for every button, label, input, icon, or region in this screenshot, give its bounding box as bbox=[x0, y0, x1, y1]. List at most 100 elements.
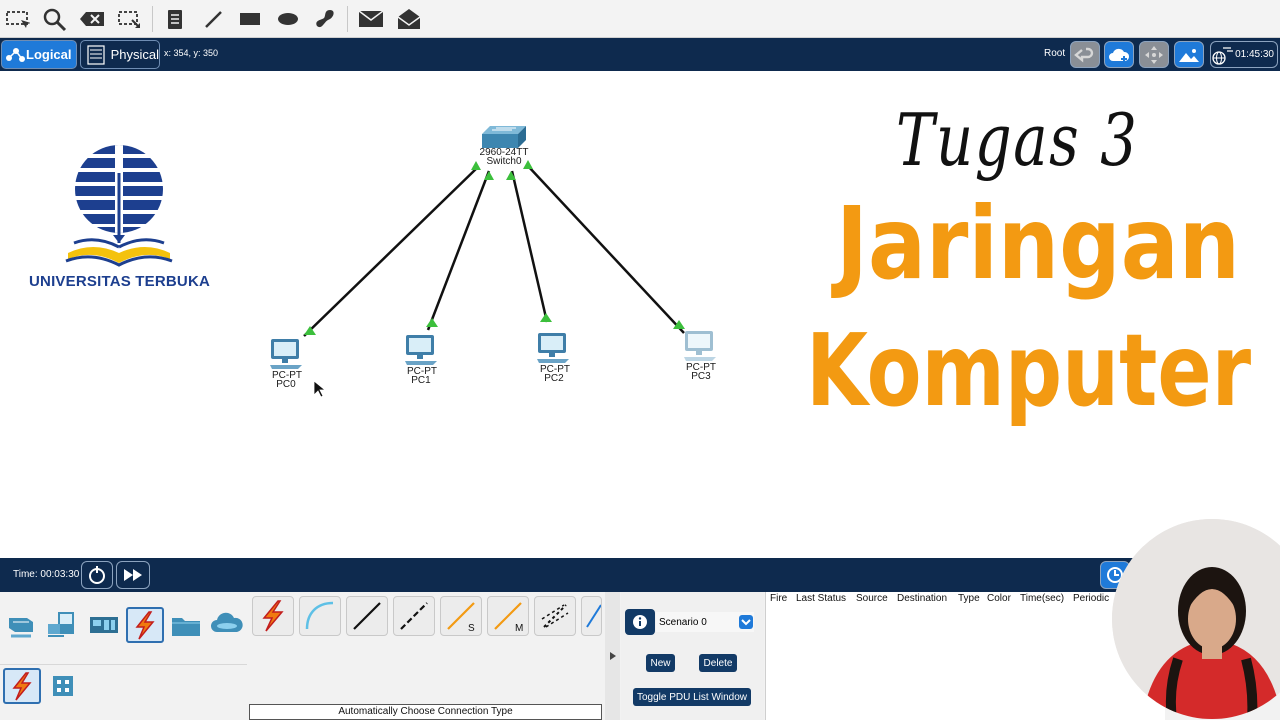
link-switch0-pc1 bbox=[426, 170, 491, 331]
tab-physical[interactable]: Physical bbox=[80, 40, 160, 69]
inspect-icon[interactable] bbox=[39, 4, 69, 34]
info-icon bbox=[633, 615, 647, 629]
switch0-name-label: Switch0 bbox=[486, 156, 522, 167]
pdu-col-destination[interactable]: Destination bbox=[897, 593, 947, 604]
crossover-cable-icon bbox=[400, 602, 428, 630]
lightning-icon bbox=[262, 600, 284, 632]
conn-automatic[interactable] bbox=[252, 596, 294, 636]
link-switch0-pc2 bbox=[510, 170, 549, 323]
category-connections[interactable] bbox=[126, 607, 164, 643]
panel-collapse-handle[interactable] bbox=[605, 592, 620, 720]
conn-fiber[interactable]: S bbox=[440, 596, 482, 636]
pdu-col-last-status[interactable]: Last Status bbox=[796, 593, 846, 604]
pc3-name-label: PC3 bbox=[691, 371, 711, 382]
straight-cable-icon bbox=[353, 602, 381, 630]
pc1-name-label: PC1 bbox=[411, 375, 431, 386]
pc-icon bbox=[537, 333, 569, 363]
octal-cable-icon bbox=[541, 604, 569, 628]
university-name: UNIVERSITAS TERBUKA bbox=[29, 273, 211, 290]
category-miscellaneous[interactable] bbox=[167, 607, 205, 643]
toggle-pdu-list-button[interactable]: Toggle PDU List Window bbox=[633, 688, 751, 706]
delete-icon[interactable] bbox=[77, 4, 107, 34]
toolbar-divider bbox=[152, 6, 153, 32]
multiuser-letter: M bbox=[515, 623, 523, 633]
realtime-bar: Time: 00:03:30 bbox=[0, 558, 1280, 592]
power-cycle-icon bbox=[89, 566, 105, 584]
mouse-cursor-icon bbox=[313, 380, 325, 398]
scenario-info-button[interactable] bbox=[625, 609, 655, 635]
category-end-devices[interactable] bbox=[44, 607, 82, 643]
pc-icon bbox=[405, 335, 437, 365]
link-switch0-pc0 bbox=[303, 166, 479, 337]
root-label: Root bbox=[1044, 48, 1066, 59]
link-light-up bbox=[506, 171, 516, 180]
end-devices-icon bbox=[48, 612, 74, 637]
grid-icon bbox=[53, 676, 73, 696]
pdu-col-source[interactable]: Source bbox=[856, 593, 888, 604]
add-simple-pdu-icon[interactable] bbox=[356, 4, 386, 34]
chevron-down-icon bbox=[739, 615, 753, 629]
conn-console[interactable] bbox=[299, 596, 341, 636]
place-note-icon[interactable] bbox=[160, 4, 190, 34]
back-icon[interactable] bbox=[1070, 41, 1100, 68]
pdu-col-color[interactable]: Color bbox=[987, 593, 1011, 604]
tab-logical[interactable]: Logical bbox=[1, 40, 77, 69]
globe-icon bbox=[1212, 46, 1234, 65]
fiber-cable-icon: S bbox=[447, 602, 475, 633]
console-cable-icon bbox=[305, 601, 334, 630]
category-multiuser[interactable] bbox=[208, 607, 246, 643]
connection-type-label: Automatically Choose Connection Type bbox=[249, 704, 602, 720]
conn-more[interactable] bbox=[581, 596, 602, 636]
pc-icon bbox=[270, 339, 302, 369]
subcategory-connections[interactable] bbox=[3, 668, 41, 704]
conn-copper-straight[interactable] bbox=[346, 596, 388, 636]
conn-octal[interactable] bbox=[534, 596, 576, 636]
components-icon bbox=[90, 617, 118, 633]
conn-copper-cross[interactable] bbox=[393, 596, 435, 636]
logical-icon bbox=[6, 47, 25, 62]
usb-cable-icon bbox=[585, 604, 601, 628]
scenario-select-value: Scenario 0 bbox=[659, 616, 707, 628]
viewport-clock[interactable]: 01:45:30 bbox=[1210, 41, 1278, 68]
draw-ellipse-icon[interactable] bbox=[273, 4, 303, 34]
serial-letter: S bbox=[468, 623, 475, 633]
draw-line-icon[interactable] bbox=[198, 4, 228, 34]
collapse-arrow-icon bbox=[610, 652, 616, 660]
conn-serial-dce[interactable]: M bbox=[487, 596, 529, 636]
physical-rack-icon bbox=[87, 44, 105, 65]
category-network-devices[interactable] bbox=[3, 607, 41, 643]
clock-text: 01:45:30 bbox=[1235, 49, 1274, 60]
main-toolbar bbox=[0, 0, 1280, 38]
set-background-icon[interactable] bbox=[1174, 41, 1204, 68]
universitas-terbuka-logo bbox=[65, 145, 173, 267]
category-components[interactable] bbox=[85, 607, 123, 643]
workspace-bar: Logical Physical x: 354, y: 350 Root 01:… bbox=[0, 38, 1280, 71]
pdu-col-periodic[interactable]: Periodic bbox=[1073, 593, 1109, 604]
resize-shape-icon[interactable] bbox=[114, 4, 144, 34]
scenario-select[interactable]: Scenario 0 bbox=[656, 612, 754, 632]
select-icon[interactable] bbox=[2, 4, 32, 34]
subcategory-structured-cabling[interactable] bbox=[44, 668, 82, 704]
pdu-col-time[interactable]: Time(sec) bbox=[1020, 593, 1064, 604]
power-cycle-button[interactable] bbox=[81, 561, 113, 589]
link-switch0-pc3 bbox=[527, 165, 685, 334]
add-complex-pdu-icon[interactable] bbox=[394, 4, 424, 34]
link-light-up bbox=[484, 171, 494, 180]
move-object-icon[interactable] bbox=[1139, 41, 1169, 68]
pc-icon bbox=[684, 331, 716, 361]
new-scenario-button[interactable]: New bbox=[646, 654, 675, 672]
title-tugas: Tugas 3 bbox=[896, 98, 1139, 182]
tab-physical-label: Physical bbox=[110, 47, 159, 62]
toolbar-divider bbox=[347, 6, 348, 32]
pdu-col-type[interactable]: Type bbox=[958, 593, 980, 604]
delete-scenario-button[interactable]: Delete bbox=[699, 654, 737, 672]
new-cluster-icon[interactable] bbox=[1104, 41, 1134, 68]
lightning-icon bbox=[135, 611, 155, 640]
realtime-clock: Time: 00:03:30 bbox=[13, 569, 80, 580]
lightning-icon bbox=[12, 672, 32, 701]
draw-rectangle-icon[interactable] bbox=[235, 4, 265, 34]
pdu-col-fire[interactable]: Fire bbox=[770, 593, 787, 604]
freeform-icon[interactable] bbox=[310, 4, 340, 34]
fast-forward-button[interactable] bbox=[116, 561, 150, 589]
network-devices-icon bbox=[9, 618, 33, 638]
